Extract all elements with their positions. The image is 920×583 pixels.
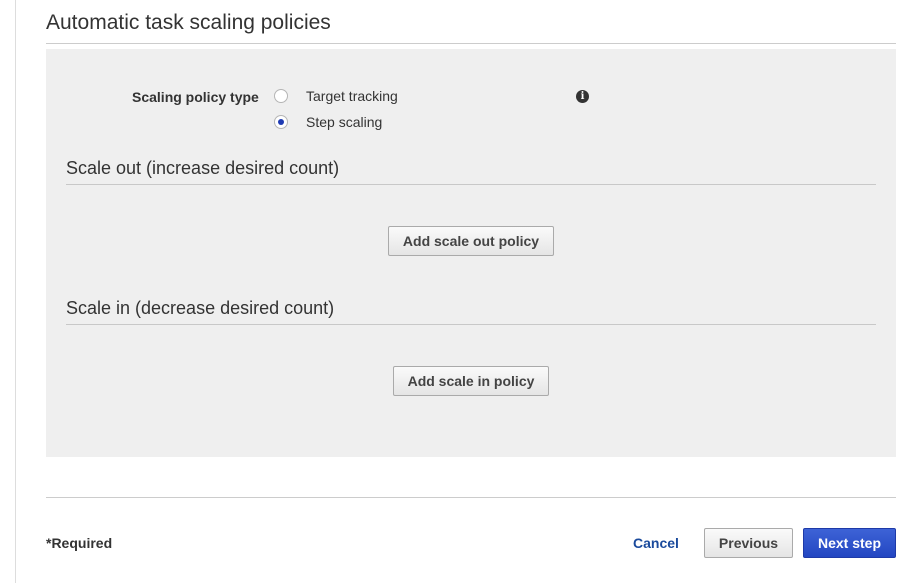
cancel-link[interactable]: Cancel <box>633 535 679 551</box>
target-tracking-label: Target tracking <box>306 88 398 104</box>
target-tracking-radio[interactable] <box>274 89 288 103</box>
scale-out-title: Scale out (increase desired count) <box>66 158 340 178</box>
scaling-policy-type-label: Scaling policy type <box>132 89 259 105</box>
next-step-button[interactable]: Next step <box>803 528 896 558</box>
previous-button[interactable]: Previous <box>704 528 793 558</box>
title-divider <box>46 43 896 44</box>
add-scale-in-policy-button[interactable]: Add scale in policy <box>393 366 549 396</box>
add-scale-out-policy-button[interactable]: Add scale out policy <box>388 226 554 256</box>
section-title: Automatic task scaling policies <box>46 11 331 34</box>
page: Automatic task scaling policies Scaling … <box>0 0 920 583</box>
scale-in-divider <box>66 324 876 325</box>
step-scaling-option[interactable]: Step scaling <box>274 114 382 130</box>
required-note: *Required <box>46 535 113 551</box>
scale-in-title: Scale in (decrease desired count) <box>66 298 335 318</box>
target-tracking-option[interactable]: Target tracking <box>274 88 398 104</box>
scale-out-divider <box>66 184 876 185</box>
footer-divider <box>46 497 896 498</box>
step-scaling-radio[interactable] <box>274 115 288 129</box>
step-scaling-label: Step scaling <box>306 114 383 130</box>
scaling-policies-panel: Scaling policy type Target tracking Step… <box>46 49 896 457</box>
left-border <box>15 0 16 583</box>
info-icon[interactable]: i <box>576 90 589 103</box>
